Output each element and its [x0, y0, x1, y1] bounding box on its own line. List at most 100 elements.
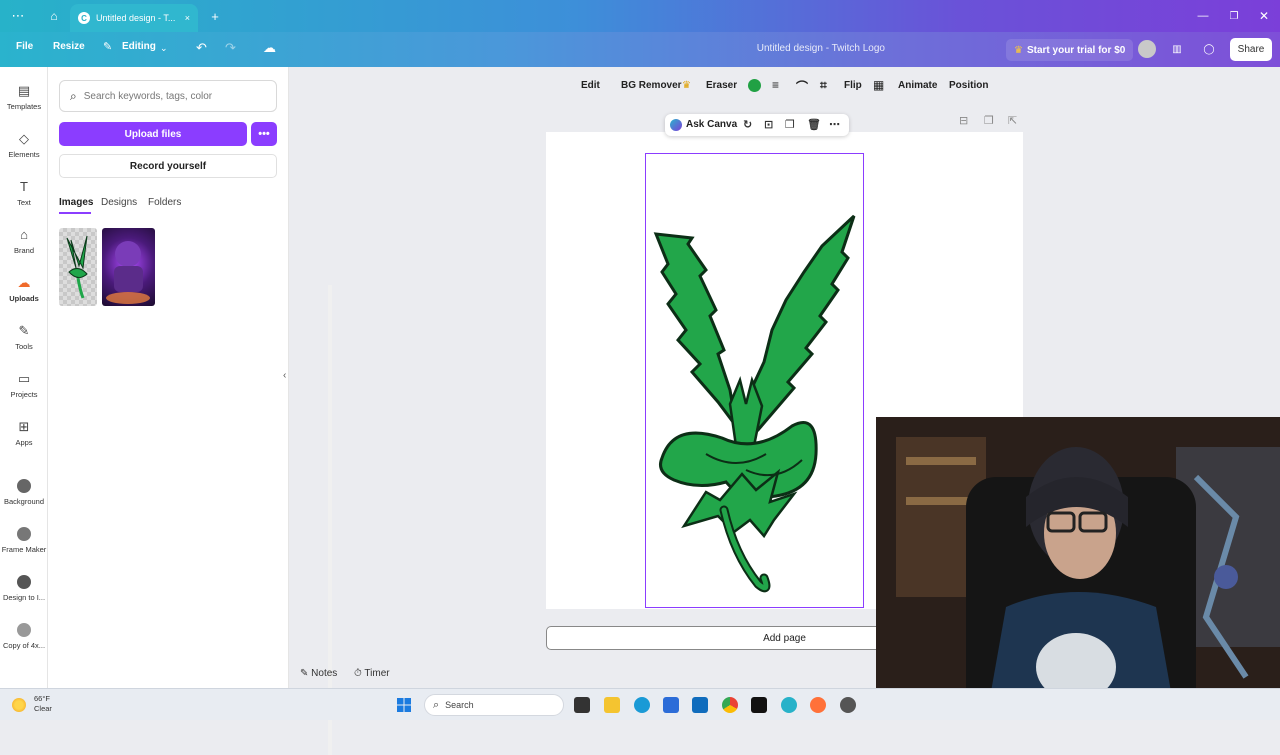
- undo-icon[interactable]: ↶: [196, 40, 207, 56]
- window-close-icon[interactable]: ✕: [1254, 6, 1274, 26]
- tab-images[interactable]: Images: [59, 197, 93, 208]
- color-swatch[interactable]: [748, 79, 761, 92]
- transparency-icon[interactable]: ▦: [873, 78, 884, 92]
- share-page-icon[interactable]: ⇱: [1008, 114, 1017, 127]
- collapse-panel-icon[interactable]: ‹: [283, 370, 293, 386]
- store-icon[interactable]: [663, 697, 679, 713]
- rail-item-text[interactable]: T Text: [0, 179, 48, 207]
- tab-title: Untitled design - T...: [96, 13, 176, 23]
- context-toolbar: Edit BG Remover ♛ Eraser ≡ ⌒ ⌗ Flip ▦ An…: [574, 75, 994, 97]
- uploads-panel: ⌕ Search keywords, tags, color Upload fi…: [48, 67, 332, 755]
- canva-app-icon[interactable]: [781, 697, 797, 713]
- new-tab-button[interactable]: +: [205, 6, 225, 26]
- file-explorer-icon[interactable]: [604, 697, 620, 713]
- curve-icon[interactable]: ⌒: [796, 78, 808, 95]
- editor-top-bar: File Resize ✎ Editing ⌄ ↶ ↷ ☁ Untitled d…: [0, 32, 1280, 67]
- trash-icon[interactable]: 🗑: [807, 118, 821, 131]
- taskbar-search-input[interactable]: ⌕ Search: [424, 694, 564, 716]
- terminal-icon[interactable]: [751, 697, 767, 713]
- rail-item-projects[interactable]: ▭ Projects: [0, 371, 48, 399]
- browser-tab[interactable]: C Untitled design - T... ×: [70, 4, 198, 32]
- rail-item-brand[interactable]: ⌂ Brand: [0, 227, 48, 255]
- rail-item-templates[interactable]: ▤ Templates: [0, 83, 48, 111]
- browser-menu-icon[interactable]: ⋯: [8, 6, 28, 26]
- position-button[interactable]: Position: [949, 80, 988, 91]
- notes-button[interactable]: ✎ Notes: [300, 668, 337, 679]
- rail-item-copy-of[interactable]: Copy of 4x...: [0, 623, 48, 650]
- design-title[interactable]: Untitled design - Twitch Logo: [757, 43, 885, 54]
- animate-button[interactable]: Animate: [898, 80, 937, 91]
- selection-box[interactable]: [645, 153, 864, 608]
- trial-button-label: Start your trial for $0: [1026, 44, 1126, 56]
- avatar[interactable]: [1138, 40, 1156, 58]
- crop-icon[interactable]: ⌗: [820, 78, 827, 93]
- tools-icon: ✎: [18, 323, 30, 338]
- lines-icon[interactable]: ≡: [772, 78, 779, 92]
- search-icon: ⌕: [70, 88, 77, 103]
- editing-mode-dropdown[interactable]: Editing: [122, 41, 156, 52]
- workspaces-icon[interactable]: ⌂: [44, 6, 64, 26]
- tab-designs[interactable]: Designs: [101, 197, 137, 208]
- cloud-save-icon[interactable]: ☁: [263, 40, 276, 56]
- upload-files-button[interactable]: Upload files: [59, 122, 247, 146]
- windows-taskbar: 66°F Clear ⌕ Search: [0, 688, 1280, 720]
- uploads-icon: ☁: [17, 275, 31, 290]
- rail-item-uploads[interactable]: ☁ Uploads: [0, 275, 48, 303]
- share-button[interactable]: Share: [1230, 38, 1272, 61]
- rotate-icon[interactable]: ↻: [743, 118, 752, 131]
- rail-item-frame-maker[interactable]: Frame Maker: [0, 527, 48, 554]
- windows-start-icon[interactable]: [397, 698, 411, 712]
- elements-icon: ◇: [19, 131, 29, 146]
- tab-close-icon[interactable]: ×: [185, 13, 190, 23]
- rail-item-tools[interactable]: ✎ Tools: [0, 323, 48, 351]
- brand-icon: ⌂: [20, 227, 28, 242]
- text-icon: T: [20, 179, 28, 194]
- copy-icon: [17, 623, 31, 637]
- weather-sun-icon: [12, 698, 26, 712]
- upload-more-button[interactable]: •••: [251, 122, 277, 146]
- resize-button[interactable]: Resize: [53, 41, 85, 52]
- insights-icon[interactable]: ▥: [1168, 40, 1186, 58]
- firefox-icon[interactable]: [810, 697, 826, 713]
- tab-underline: [59, 212, 91, 214]
- tab-folders[interactable]: Folders: [148, 197, 181, 208]
- lock-page-icon[interactable]: ⊟: [959, 114, 968, 127]
- rail-item-apps[interactable]: ⊞ Apps: [0, 419, 48, 447]
- duplicate-page-icon[interactable]: ❐: [984, 114, 994, 127]
- minimize-icon[interactable]: —: [1193, 6, 1213, 26]
- lock-icon[interactable]: ⊡: [764, 118, 773, 131]
- obs-icon[interactable]: [840, 697, 856, 713]
- restore-icon[interactable]: ❐: [1224, 6, 1244, 26]
- projects-icon: ▭: [17, 371, 31, 386]
- more-options-icon[interactable]: ⋯: [829, 118, 840, 131]
- design-to-icon: [17, 575, 31, 589]
- duplicate-icon[interactable]: ❐: [785, 118, 795, 131]
- edge-icon[interactable]: [634, 697, 650, 713]
- templates-icon: ▤: [17, 83, 31, 98]
- search-icon: ⌕: [433, 698, 440, 711]
- rail-item-elements[interactable]: ◇ Elements: [0, 131, 48, 159]
- edit-button[interactable]: Edit: [581, 80, 600, 91]
- rail-item-design-to[interactable]: Design to I...: [0, 575, 48, 602]
- outlook-icon[interactable]: [692, 697, 708, 713]
- rail-item-background[interactable]: Background: [0, 479, 48, 506]
- panel-scrollbar[interactable]: [328, 285, 332, 755]
- bg-remover-button[interactable]: BG Remover: [621, 80, 682, 91]
- eraser-button[interactable]: Eraser: [706, 80, 737, 91]
- upload-thumbnail-character[interactable]: [102, 228, 155, 306]
- ask-canva-button[interactable]: Ask Canva: [686, 119, 737, 130]
- redo-icon[interactable]: ↷: [225, 40, 236, 56]
- flip-button[interactable]: Flip: [844, 80, 862, 91]
- comment-icon[interactable]: ◯: [1200, 40, 1218, 58]
- canva-favicon-icon: C: [78, 12, 90, 24]
- file-menu[interactable]: File: [16, 41, 33, 52]
- search-input[interactable]: ⌕ Search keywords, tags, color: [59, 80, 277, 112]
- task-view-icon[interactable]: [574, 697, 590, 713]
- weather-widget[interactable]: 66°F Clear: [34, 694, 52, 714]
- add-page-label: Add page: [763, 632, 806, 644]
- chrome-icon[interactable]: [722, 697, 738, 713]
- upload-thumbnail-leaf[interactable]: [59, 228, 97, 306]
- record-yourself-button[interactable]: Record yourself: [59, 154, 277, 178]
- timer-button[interactable]: ⏱ Timer: [354, 668, 390, 679]
- start-trial-button[interactable]: ♛ Start your trial for $0: [1006, 39, 1134, 61]
